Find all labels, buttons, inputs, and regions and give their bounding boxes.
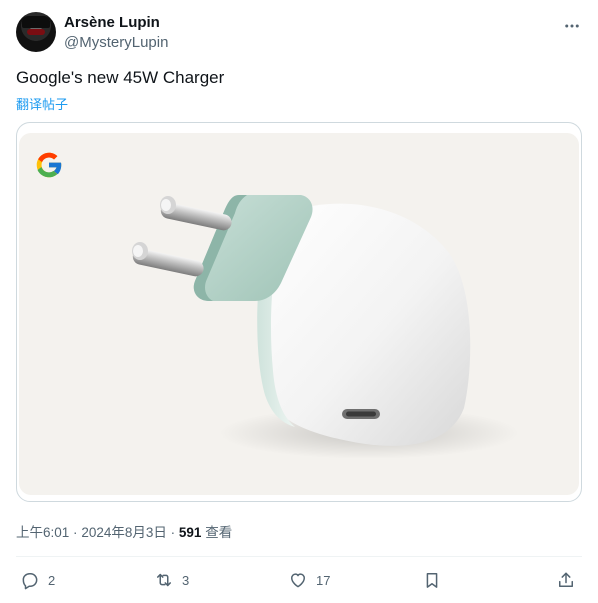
avatar-mask	[27, 29, 45, 35]
repost-icon	[157, 573, 171, 587]
reply-button[interactable]: 2	[20, 566, 55, 594]
avatar-hat	[22, 16, 50, 28]
avatar[interactable]	[16, 12, 56, 52]
divider	[16, 556, 582, 557]
action-bar: 2 3 17	[16, 566, 582, 594]
meta-separator: ·	[73, 525, 78, 540]
share-button[interactable]	[556, 566, 576, 594]
media-card[interactable]	[16, 122, 582, 502]
bookmark-icon	[426, 573, 438, 588]
bookmark-button[interactable]	[422, 566, 442, 594]
views-label: 查看	[205, 525, 233, 540]
author-name[interactable]: Arsène Lupin	[64, 14, 160, 31]
charger-illustration	[132, 195, 519, 459]
charger-image	[19, 133, 579, 495]
repost-button[interactable]: 3	[154, 566, 189, 594]
author-handle[interactable]: @MysteryLupin	[64, 34, 168, 51]
translate-link[interactable]: 翻译帖子	[16, 94, 68, 113]
meta-separator-2: ·	[170, 525, 176, 540]
reply-count: 2	[48, 572, 56, 588]
tweet-time[interactable]: 上午6:01	[16, 525, 69, 540]
like-button[interactable]: 17	[288, 566, 330, 594]
tweet-text: Google's new 45W Charger	[16, 68, 225, 87]
repost-count: 3	[182, 572, 190, 588]
like-icon	[291, 573, 305, 588]
reply-icon	[22, 573, 38, 590]
share-icon	[559, 572, 573, 587]
tweet-date[interactable]: 2024年8月3日	[81, 525, 167, 540]
google-logo-icon	[36, 152, 63, 178]
tweet-meta: 上午6:01 · 2024年8月3日 · 591 查看	[16, 521, 232, 541]
like-count: 17	[316, 572, 331, 588]
views-count: 591	[178, 525, 202, 540]
tweet-header: Arsène Lupin @MysteryLupin	[16, 12, 586, 56]
more-icon[interactable]	[562, 16, 582, 36]
